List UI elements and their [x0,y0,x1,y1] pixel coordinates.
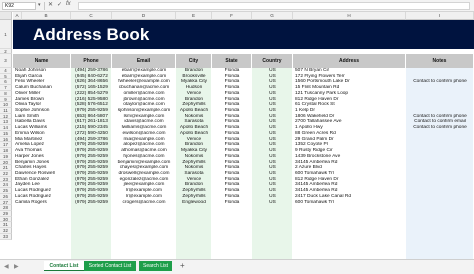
column-header[interactable]: G [252,12,293,20]
column-header[interactable]: A [13,12,22,20]
table-cell-notes[interactable] [406,200,474,206]
table-cell-country[interactable]: US [252,200,293,206]
name-box[interactable]: K92 [2,2,36,10]
next-sheet-icon[interactable]: ▶ [14,263,19,270]
column-title-city[interactable]: City [176,54,212,68]
table-cell-email[interactable]: crogers@acme.com [112,200,176,206]
column-header[interactable]: C [71,12,112,20]
tab-search-list[interactable]: Search List [139,261,172,271]
title-banner: Address Book [13,20,474,49]
row-header[interactable]: 3 [0,54,12,68]
table-cell-phone[interactable]: (979) 255-9259 [71,200,112,206]
column-title-notes[interactable]: Notes [406,54,474,68]
column-title-email[interactable]: Email [112,54,176,68]
table-cell-name[interactable]: Camila Rogers [13,200,71,206]
column-title-address[interactable]: Address [293,54,406,68]
divider [44,2,45,10]
column-header[interactable]: I [406,12,474,20]
tab-contact-list[interactable]: Contact List [44,261,84,271]
chevron-down-icon[interactable]: ▾ [38,2,41,8]
page-title: Address Book [33,25,150,44]
column-title-country[interactable]: Country [252,54,293,68]
formula-bar: K92 ▾ ✕ ✓ fx [0,0,474,12]
fx-icon[interactable]: fx [66,1,71,7]
column-title-name[interactable]: Name [13,54,71,68]
formula-input[interactable] [78,2,470,10]
column-header[interactable]: B [22,12,71,20]
prev-sheet-icon[interactable]: ◀ [4,263,9,270]
add-sheet-icon[interactable]: + [180,261,185,270]
row-header[interactable]: 33 [0,233,12,240]
table-cell-address[interactable]: 600 Tomahawk Trl [293,200,406,206]
table-cell-city[interactable]: Englewood [176,200,212,206]
row-header[interactable]: 1 [0,20,12,49]
column-header[interactable]: F [212,12,252,20]
cancel-icon[interactable]: ✕ [48,1,53,8]
select-all-corner[interactable] [0,12,12,20]
column-header[interactable]: D [112,12,176,20]
sheet-tab-bar: ◀ ▶ Contact List Sorted Contact List Sea… [0,259,474,274]
confirm-icon[interactable]: ✓ [57,1,62,8]
table-cell-state[interactable]: Florida [212,200,252,206]
column-title-state[interactable]: State [212,54,252,68]
column-title-phone[interactable]: Phone [71,54,112,68]
column-header[interactable]: E [176,12,212,20]
column-header[interactable]: H [293,12,406,20]
tab-sorted-contact-list[interactable]: Sorted Contact List [84,261,136,271]
